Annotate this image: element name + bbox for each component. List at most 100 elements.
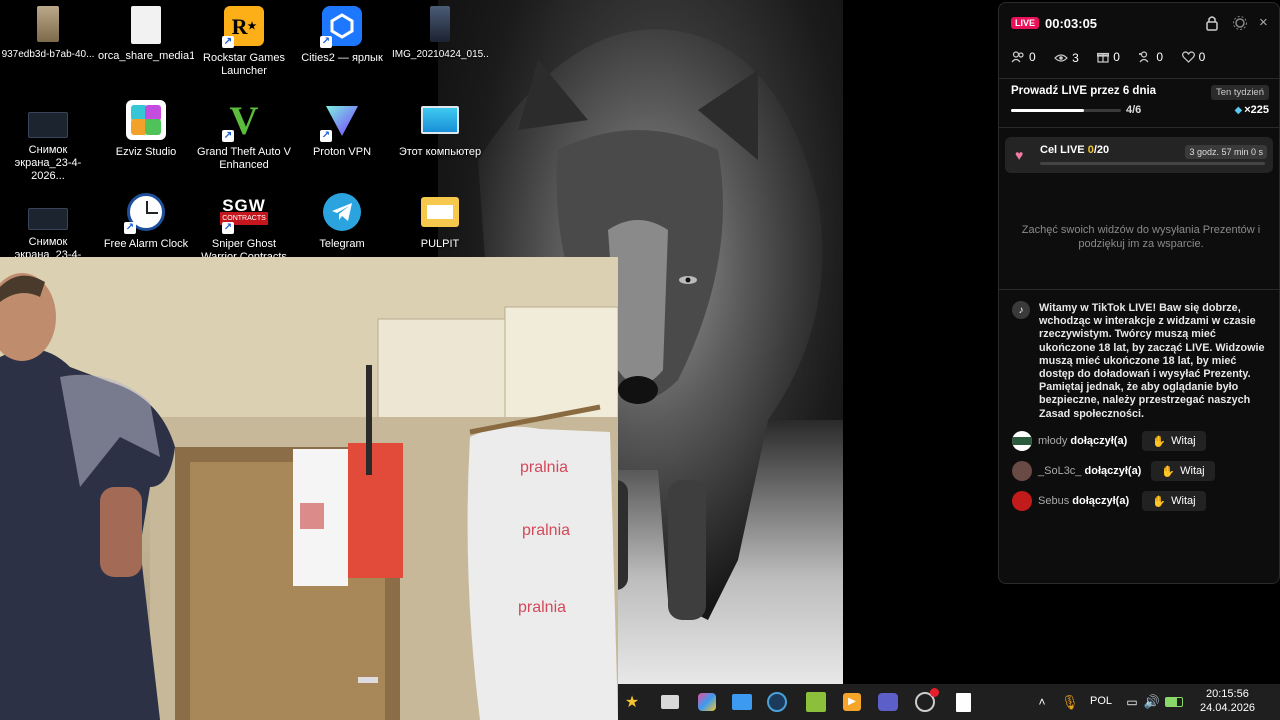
- live-timer: 00:03:05: [1045, 16, 1098, 31]
- gta-icon: V ↗: [222, 97, 259, 143]
- join-username[interactable]: młody: [1038, 435, 1067, 447]
- goal-label: Cel LIVE: [1040, 144, 1088, 156]
- shortcut-arrow-icon: ↗: [222, 36, 234, 48]
- stat-likes: 0: [1181, 50, 1205, 64]
- taskbar: ★ ▶ ˄ 🎙 POL ▭ 🔊 20:15:56 24.04.2026: [618, 684, 1280, 720]
- lock-icon[interactable]: [1205, 15, 1219, 36]
- game-icon[interactable]: [804, 690, 828, 714]
- battery-icon[interactable]: [1162, 690, 1186, 714]
- svg-text:pralnia: pralnia: [520, 459, 568, 476]
- desktop-icon-ezviz[interactable]: Ezviz Studio: [98, 100, 194, 159]
- settings-icon[interactable]: [1233, 16, 1247, 35]
- folder-icon: [420, 192, 460, 232]
- desktop-icon-cities2[interactable]: ↗ Cities2 — ярлык: [294, 6, 390, 65]
- desktop-icon-rockstar[interactable]: R ★ ↗ Rockstar Games Launcher: [196, 6, 292, 78]
- shortcut-arrow-icon: ↗: [222, 130, 234, 142]
- goal-progress-track: [1040, 162, 1265, 165]
- proton-vpn-icon: ↗: [320, 100, 362, 142]
- screenshot-icon: [28, 208, 68, 230]
- welcome-button[interactable]: ✋ Witaj: [1142, 491, 1206, 511]
- camera-scene: pralnia pralnia pralnia: [0, 257, 618, 720]
- tiktok-live-panel: LIVE 00:03:05 × 0 3 0 0 0 Prowadź LIVE p…: [998, 2, 1280, 584]
- alarm-clock-icon: ↗: [124, 192, 166, 234]
- join-row: młody dołączył(a) ✋ Witaj: [1012, 431, 1272, 453]
- photos-icon[interactable]: [730, 690, 754, 714]
- ezviz-icon: [126, 100, 166, 140]
- diamond-icon: ◆: [1234, 104, 1243, 116]
- shortcut-arrow-icon: ↗: [320, 130, 332, 142]
- desktop-icon-free-alarm-clock[interactable]: ↗ Free Alarm Clock: [98, 192, 194, 251]
- volume-icon[interactable]: 🔊: [1140, 690, 1164, 714]
- close-icon[interactable]: ×: [1259, 14, 1268, 31]
- desktop-icon-proton-vpn[interactable]: ↗ Proton VPN: [294, 100, 390, 159]
- file-icon[interactable]: [951, 690, 975, 714]
- package-icon[interactable]: [658, 690, 682, 714]
- desktop-icon-gta5[interactable]: V ↗ Grand Theft Auto V Enhanced: [196, 100, 292, 172]
- welcome-button[interactable]: ✋ Witaj: [1151, 461, 1215, 481]
- image-file-icon: [430, 6, 450, 42]
- stat-viewers: 3: [1054, 51, 1079, 65]
- eye-icon: [1054, 54, 1068, 62]
- desktop-icon-sgw-contracts[interactable]: SGW CONTRACTS ↗ Sniper Ghost Warrior Con…: [196, 192, 292, 264]
- computer-icon: [420, 100, 460, 140]
- welcome-button[interactable]: ✋ Witaj: [1142, 431, 1206, 451]
- avatar[interactable]: [1012, 461, 1032, 481]
- gift-prompt: Zachęć swoich widzów do wysyłania Prezen…: [1021, 224, 1261, 250]
- streak-progress-text: 4/6: [1126, 104, 1142, 116]
- stats-row: 0 3 0 0 0: [1011, 50, 1280, 68]
- streak-progress-fill: [1011, 109, 1085, 112]
- chevron-up-icon[interactable]: ˄: [1030, 690, 1054, 714]
- users-icon: [1011, 51, 1024, 63]
- media-app-icon[interactable]: [695, 690, 719, 714]
- desktop-icon-telegram[interactable]: Telegram: [294, 192, 390, 251]
- wave-hand-icon: ✋: [1152, 495, 1167, 508]
- sgw-logo-text: SGW: [222, 196, 266, 215]
- image-file-icon: [37, 6, 59, 42]
- live-badge: LIVE: [1011, 17, 1040, 29]
- desktop-icon-orca-share[interactable]: orca_share_media1...: [98, 6, 194, 63]
- streak-progress-track: [1011, 109, 1121, 112]
- join-username[interactable]: Sebus: [1038, 495, 1069, 507]
- streak-chip[interactable]: Ten tydzień: [1210, 85, 1269, 100]
- desktop-icon-img-20210424[interactable]: IMG_20210424_015...: [392, 6, 488, 61]
- wave-hand-icon: ✋: [1152, 435, 1167, 448]
- shortcut-arrow-icon: ↗: [124, 222, 136, 234]
- camera-preview: pralnia pralnia pralnia: [0, 257, 618, 720]
- goal-total: /20: [1093, 144, 1110, 156]
- desktop-icon-screenshot-1[interactable]: Снимок экрана_23-4-2026...: [0, 112, 96, 183]
- wave-hand-icon: ✋: [1161, 465, 1176, 478]
- heart-icon: [1181, 51, 1195, 63]
- video-player-icon[interactable]: ▶: [840, 690, 864, 714]
- tiktok-system-avatar: ♪: [1012, 301, 1030, 319]
- telegram-icon: [322, 192, 362, 232]
- welcome-message: Witamy w TikTok LIVE! Baw się dobrze, wc…: [1039, 302, 1265, 420]
- avatar[interactable]: [1012, 431, 1032, 451]
- desktop-icon-this-computer[interactable]: Этот компьютер: [392, 100, 488, 159]
- gift-icon: [1097, 52, 1110, 63]
- live-goal-card[interactable]: ♥ Cel LIVE 0/20 3 godz. 57 min 0 s: [1005, 137, 1273, 173]
- desktop: 937edb3d-b7ab-40... orca_share_media1...…: [0, 0, 1280, 720]
- desktop-icon-pulpit[interactable]: PULPIT: [392, 192, 488, 251]
- sgw-icon: SGW CONTRACTS ↗: [220, 192, 268, 234]
- avatar[interactable]: [1012, 491, 1032, 511]
- document-file-icon: [131, 6, 161, 44]
- svg-text:pralnia: pralnia: [522, 522, 570, 539]
- microphone-icon[interactable]: 🎙: [1058, 690, 1082, 714]
- steam-icon[interactable]: [765, 690, 789, 714]
- clock-time[interactable]: 20:15:56: [1206, 688, 1249, 700]
- tiktok-live-studio-icon[interactable]: [913, 688, 939, 714]
- shortcut-arrow-icon: ↗: [222, 222, 234, 234]
- stat-joins: 0: [1138, 50, 1163, 64]
- join-username[interactable]: _SoL3c_: [1038, 465, 1081, 477]
- language-indicator[interactable]: POL: [1090, 695, 1112, 707]
- streak-reward: ◆ ×225: [1234, 104, 1269, 116]
- join-row: _SoL3c_ dołączył(a) ✋ Witaj: [1012, 461, 1272, 483]
- clock-date[interactable]: 24.04.2026: [1200, 702, 1255, 714]
- svg-text:pralnia: pralnia: [518, 599, 566, 616]
- desktop-icon-image-937edb3d[interactable]: 937edb3d-b7ab-40...: [0, 6, 96, 61]
- user-add-icon: [1139, 51, 1149, 63]
- cities2-icon: ↗: [320, 6, 362, 48]
- star-app-icon[interactable]: ★: [620, 690, 644, 714]
- stat-new-followers: 0: [1011, 50, 1036, 64]
- teams-icon[interactable]: [876, 690, 900, 714]
